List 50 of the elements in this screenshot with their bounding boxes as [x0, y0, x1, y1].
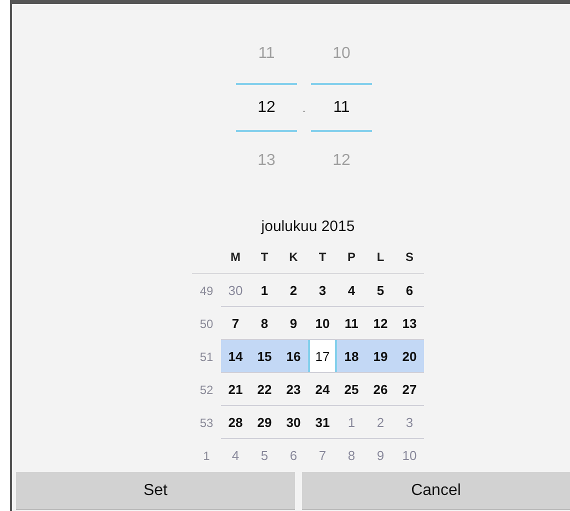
day-cell[interactable]: 6: [395, 274, 424, 306]
day-cell[interactable]: 27: [395, 373, 424, 405]
day-cell[interactable]: 29: [250, 406, 279, 438]
cancel-button[interactable]: Cancel: [302, 472, 570, 510]
weekday-label: T: [260, 248, 270, 266]
day-cell[interactable]: 13: [395, 307, 424, 339]
day-cell[interactable]: 5: [366, 274, 395, 306]
day-cell[interactable]: 31: [308, 406, 337, 438]
day-cell[interactable]: 30: [279, 406, 308, 438]
week-number: 52: [198, 382, 214, 398]
day-cell[interactable]: 22: [250, 373, 279, 405]
day-cell[interactable]: 15: [250, 340, 279, 372]
weekday-label: P: [346, 248, 356, 266]
day-cell[interactable]: 3: [308, 274, 337, 306]
day-cell[interactable]: 4: [337, 274, 366, 306]
week-number: 51: [198, 348, 214, 366]
week-number: 50: [198, 316, 214, 332]
month-title: joulukuu 2015: [260, 217, 356, 237]
week-number: 53: [198, 414, 214, 432]
set-button[interactable]: Set: [16, 472, 295, 510]
weekday-label: L: [376, 248, 386, 266]
day-cell[interactable]: 23: [279, 373, 308, 405]
day-cell[interactable]: 10: [308, 307, 337, 339]
weekday-label: T: [318, 248, 328, 266]
day-cell[interactable]: 9: [279, 307, 308, 339]
day-cell[interactable]: 19: [366, 340, 395, 372]
day-cell[interactable]: 8: [250, 307, 279, 339]
day-cell[interactable]: 11: [337, 307, 366, 339]
day-cell[interactable]: 16: [279, 340, 308, 372]
day-cell[interactable]: 12: [366, 307, 395, 339]
picker-field[interactable]: 12: [236, 83, 297, 132]
weekday-label: S: [404, 248, 414, 266]
day-cell[interactable]: 2: [279, 274, 308, 306]
day-cell[interactable]: 21: [221, 373, 250, 405]
day-cell[interactable]: 17: [308, 340, 337, 372]
week-number: 1: [202, 448, 211, 464]
picker-field[interactable]: 11: [311, 83, 372, 132]
day-cell[interactable]: 18: [337, 340, 366, 372]
day-cell[interactable]: 25: [337, 373, 366, 405]
day-cell[interactable]: 24: [308, 373, 337, 405]
day-cell[interactable]: 7: [221, 307, 250, 339]
day-cell[interactable]: 14: [221, 340, 250, 372]
day-cell[interactable]: 20: [395, 340, 424, 372]
weekday-label: K: [288, 248, 299, 266]
weekday-label: M: [230, 248, 242, 266]
separator: .: [302, 103, 306, 115]
day-cell[interactable]: 26: [366, 373, 395, 405]
day-cell[interactable]: 28: [221, 406, 250, 438]
week-number: 49: [198, 282, 214, 300]
day-cell[interactable]: 1: [250, 274, 279, 306]
